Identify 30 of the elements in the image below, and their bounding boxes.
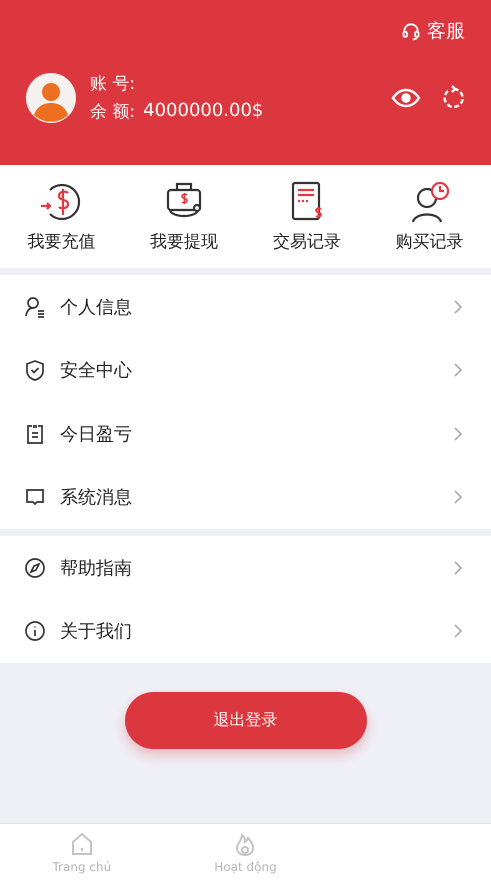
balance-label: 余 额: bbox=[90, 101, 136, 123]
chevron-right-icon bbox=[453, 489, 463, 506]
user-list-icon bbox=[24, 296, 46, 318]
menu-item[interactable]: 帮助指南 bbox=[0, 536, 491, 600]
account-label: 账 号: bbox=[90, 73, 136, 95]
menu-item[interactable]: 个人信息 bbox=[0, 275, 491, 338]
info-icon bbox=[24, 620, 46, 642]
quick-action[interactable]: 我要充值 bbox=[0, 180, 123, 253]
menu-item[interactable]: 系统消息 bbox=[0, 466, 491, 529]
chevron-right-icon bbox=[453, 298, 463, 315]
headset-icon bbox=[401, 21, 421, 41]
menu-item[interactable]: 今日盈亏 bbox=[0, 402, 491, 466]
quick-action[interactable]: 购买记录 bbox=[368, 180, 491, 253]
chevron-right-icon bbox=[453, 560, 463, 576]
customer-service-button[interactable]: 客服 bbox=[401, 18, 465, 44]
chevron-right-icon bbox=[453, 426, 463, 442]
clipboard-icon bbox=[24, 422, 46, 445]
menu-item[interactable]: 关于我们 bbox=[0, 600, 491, 663]
compass-icon bbox=[24, 556, 46, 579]
chevron-right-icon bbox=[453, 362, 463, 378]
shield-check-icon bbox=[24, 359, 46, 382]
eye-icon[interactable] bbox=[391, 86, 421, 108]
quick-action[interactable]: 我要提现 bbox=[122, 180, 246, 253]
menu-item[interactable]: 安全中心 bbox=[0, 338, 491, 402]
refresh-icon[interactable] bbox=[441, 84, 465, 110]
chevron-right-icon bbox=[453, 623, 463, 640]
balance-amount: 4000000.00$ bbox=[143, 100, 264, 123]
logout-button[interactable]: 退出登录 bbox=[124, 692, 366, 749]
quick-action[interactable]: 交易记录 bbox=[246, 180, 368, 253]
avatar-icon bbox=[26, 72, 76, 122]
